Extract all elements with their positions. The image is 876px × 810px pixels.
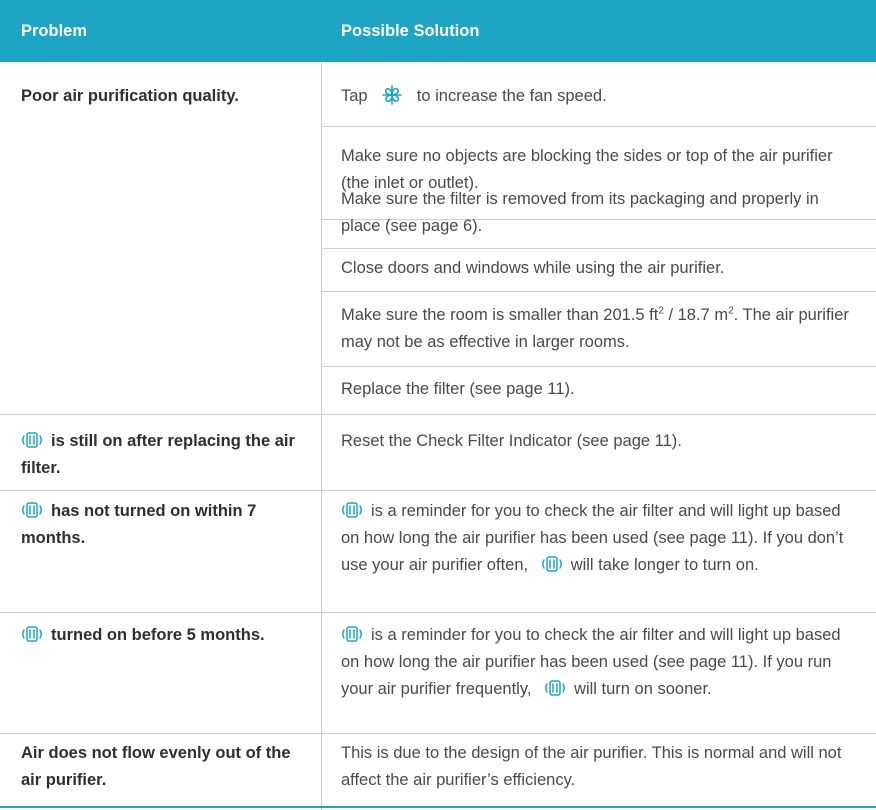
row-divider bbox=[321, 126, 876, 127]
row-divider bbox=[0, 733, 876, 734]
row5-problem: Air does not flow evenly out of the air … bbox=[21, 744, 291, 789]
row4-problem: turned on before 5 months. bbox=[0, 622, 321, 649]
table-header: Problem Possible Solution bbox=[0, 0, 876, 62]
row3-problem: has not turned on within 7 months. bbox=[0, 498, 321, 552]
row1-solution-1-text-a: Tap bbox=[341, 87, 368, 105]
row-divider bbox=[321, 248, 876, 249]
row3-solution-text-b: will take longer to turn on. bbox=[570, 556, 759, 574]
row-divider bbox=[0, 490, 876, 491]
row4-problem-text: turned on before 5 months. bbox=[51, 626, 265, 644]
row2-problem-text: is still on after replacing the air filt… bbox=[21, 432, 295, 477]
row-divider bbox=[321, 366, 876, 367]
row3-solution: is a reminder for you to check the air f… bbox=[321, 498, 876, 579]
check-filter-icon bbox=[21, 624, 43, 644]
row1-solution-4: Close doors and windows while using the … bbox=[341, 259, 725, 277]
row-divider bbox=[321, 291, 876, 292]
check-filter-icon bbox=[341, 624, 363, 644]
row1-solution-3: Make sure the filter is removed from its… bbox=[341, 190, 819, 235]
row1-solution-1: Tap to increase the fan speed. bbox=[321, 83, 876, 110]
troubleshooting-table: Problem Possible Solution Poor air purif… bbox=[0, 0, 876, 810]
row1-solution-5-text-a: Make sure the room is smaller than 201.5… bbox=[341, 306, 659, 324]
row4-solution: is a reminder for you to check the air f… bbox=[321, 622, 876, 703]
row1-solution-6: Replace the filter (see page 11). bbox=[341, 380, 575, 398]
check-filter-icon bbox=[21, 430, 43, 450]
check-filter-icon bbox=[544, 678, 566, 698]
row2-solution: Reset the Check Filter Indicator (see pa… bbox=[341, 432, 682, 450]
row3-problem-text: has not turned on within 7 months. bbox=[21, 502, 257, 547]
fan-icon bbox=[382, 84, 403, 105]
row1-solution-1-text-b: to increase the fan speed. bbox=[416, 87, 607, 105]
check-filter-icon bbox=[541, 554, 563, 574]
header-solution: Possible Solution bbox=[341, 22, 480, 40]
header-problem: Problem bbox=[21, 22, 88, 40]
check-filter-icon bbox=[341, 500, 363, 520]
row-divider bbox=[0, 414, 876, 415]
row4-solution-text-b: will turn on sooner. bbox=[574, 680, 712, 698]
row1-solution-5-text-b: / 18.7 m bbox=[663, 306, 729, 324]
check-filter-icon bbox=[21, 500, 43, 520]
row1-solution-5: Make sure the room is smaller than 201.5… bbox=[321, 302, 876, 356]
table-bottom-border bbox=[0, 806, 876, 808]
row1-problem: Poor air purification quality. bbox=[21, 87, 239, 105]
row5-solution: This is due to the design of the air pur… bbox=[341, 744, 842, 789]
row2-problem: is still on after replacing the air filt… bbox=[0, 428, 321, 482]
row-divider bbox=[0, 612, 876, 613]
